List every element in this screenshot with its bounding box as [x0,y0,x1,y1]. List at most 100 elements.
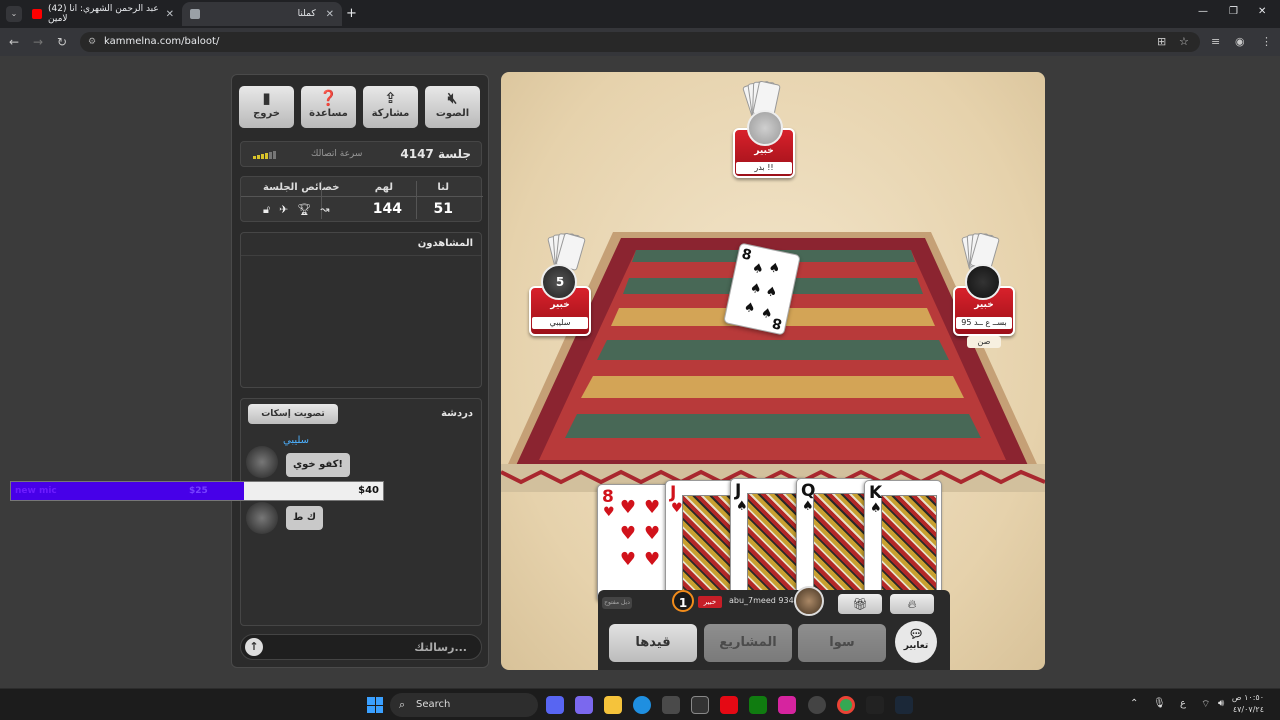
door-icon: ▮ [262,89,271,107]
close-tab-icon[interactable]: ✕ [166,9,174,20]
king-face [881,495,937,595]
chat-placeholder: رسالتك... [414,641,467,654]
qaydha-button[interactable]: قيدها [609,624,697,662]
chat-title: دردشة [441,408,473,419]
them-header: لهم [374,182,393,193]
us-header: لنا [437,182,449,193]
help-icon: ❓ [319,89,338,107]
goal-label: new mic [15,486,57,496]
heart-icon: ♥ [603,505,615,520]
player-controls: دبل مفتوح 1 خبير abu_7meed 9345 🎁︎ 🔥︎ قي… [598,586,950,670]
search-icon: ⌕ [399,698,406,711]
forward-icon[interactable]: → [33,35,43,49]
new-tab-button[interactable]: + [346,6,357,21]
wifi-icon[interactable]: ⌔ [1201,698,1210,711]
sound-label: الصوت [435,108,470,119]
connection-label: سرعة اتصالك [311,149,363,159]
expressions-button[interactable]: 💬︎ تعابير [895,621,937,663]
microphone-icon[interactable]: 🎙︎ [1153,698,1166,709]
chat-input[interactable]: ↑ رسالتك... [240,634,482,660]
xbox-icon[interactable] [749,696,767,714]
clock[interactable]: ١٠:٥٠ ص ٤٧/٠٧/٢٤ [1232,692,1264,716]
app-icon[interactable] [691,696,709,714]
tab-youtube[interactable]: (42) عبد الرحمن الشهري: انا لامين ✕ [24,2,182,26]
chat-message: ك ط [286,506,324,530]
profile-icon[interactable]: ◉ [1235,35,1245,48]
gift-button[interactable]: 🎁︎ [838,594,882,614]
store-icon[interactable] [662,696,680,714]
tray-chevron-icon[interactable]: ⌃ [1130,698,1138,709]
help-button[interactable]: ❓ مساعدة [301,86,356,128]
share-button[interactable]: ⇪ مشاركة [363,86,418,128]
translate-icon[interactable]: ⊞ [1157,35,1166,48]
player-level: خبير [698,596,722,608]
share-icon: ⇪ [384,89,397,107]
netflix-icon[interactable] [720,696,738,714]
player-name: بدر !! [736,162,792,174]
steam-icon[interactable] [895,696,913,714]
copilot-icon[interactable] [575,696,593,714]
card-rank: 8 [740,246,754,264]
site-icon [190,9,200,19]
projects-button[interactable]: المشاريع [704,624,792,662]
volume-icon[interactable]: 🔊︎ [1218,698,1224,709]
restore-icon[interactable]: ❐ [1229,6,1238,17]
close-tab-icon[interactable]: ✕ [326,9,334,20]
sound-button[interactable]: 🔇︎ الصوت [425,86,480,128]
exit-button[interactable]: ▮ خروج [239,86,294,128]
double-open-label: دبل مفتوح [602,597,632,609]
address-toolbar: ← → ↻ ⚙ kammelna.com/baloot/ ⊞ ☆ ≡ ◉ ⋮ [0,28,1280,56]
windows-start-icon[interactable] [367,697,383,713]
discord-icon[interactable] [546,696,564,714]
spade-icon: ♠ [802,499,814,514]
turn-timer: 1 [672,590,694,612]
chat-sender: سليبي [283,435,310,446]
browser-tab-strip: ⌄ (42) عبد الرحمن الشهري: انا لامين ✕ كم… [0,0,1280,28]
hand-card[interactable]: 8 ♥ ♥♥ ♥♥ ♥♥ [597,484,675,602]
viewers-title: المشاهدون [417,238,473,249]
back-icon[interactable]: ← [9,35,19,49]
gift-icon: 🎁︎ [852,597,868,611]
hand-card[interactable]: K ♠ [864,480,942,598]
site-info-icon[interactable]: ⚙ [88,32,96,52]
avatar [747,110,783,146]
clock-time: ١٠:٥٠ ص [1231,693,1264,702]
edge-icon[interactable] [633,696,651,714]
language-indicator[interactable]: ع [1180,698,1186,709]
app-icon[interactable] [866,696,884,714]
url-field[interactable]: ⚙ kammelna.com/baloot/ [80,32,1200,52]
queen-face [813,493,869,593]
heart-icon: ♥ [671,501,683,516]
tab-search-button[interactable]: ⌄ [6,6,22,22]
close-window-icon[interactable]: ✕ [1258,6,1266,17]
bookmark-star-icon[interactable]: ☆ [1179,35,1189,48]
hand-card[interactable]: Q ♠ [796,478,874,596]
fire-icon: 🔥︎ [907,597,917,611]
them-score: 144 [372,201,402,217]
reload-icon[interactable]: ↻ [57,35,67,49]
session-info: جلسة 4147 سرعة اتصالك [240,141,482,167]
player-badge: 5 [555,275,565,289]
taskbar-search[interactable]: ⌕ Search [390,693,538,717]
vote-mute-button[interactable]: تصويت إسكات [248,404,338,424]
share-label: مشاركة [371,108,410,119]
menu-icon[interactable]: ⋮ [1261,35,1272,48]
sawa-button[interactable]: سوا [798,624,886,662]
card-rank: Q [801,481,816,501]
spade-icon: ♠ [736,499,748,514]
chrome-icon[interactable] [837,696,855,714]
media-controls-icon[interactable]: ≡ [1211,35,1220,48]
chat-message: كفو خوي! [286,453,350,477]
tab-kammelna[interactable]: كملنا ✕ [182,2,342,26]
instagram-icon[interactable] [778,696,796,714]
fire-button[interactable]: 🔥︎ [890,594,934,614]
app-icon[interactable] [808,696,826,714]
send-icon[interactable]: ↑ [245,638,263,656]
player-level: خبير [974,300,994,310]
minimize-icon[interactable]: — [1198,6,1208,17]
mute-icon: 🔇︎ [447,89,458,107]
card-rank: K [869,483,883,503]
goal-current: $25 [189,486,208,496]
card-rank: J [670,483,677,503]
file-explorer-icon[interactable] [604,696,622,714]
